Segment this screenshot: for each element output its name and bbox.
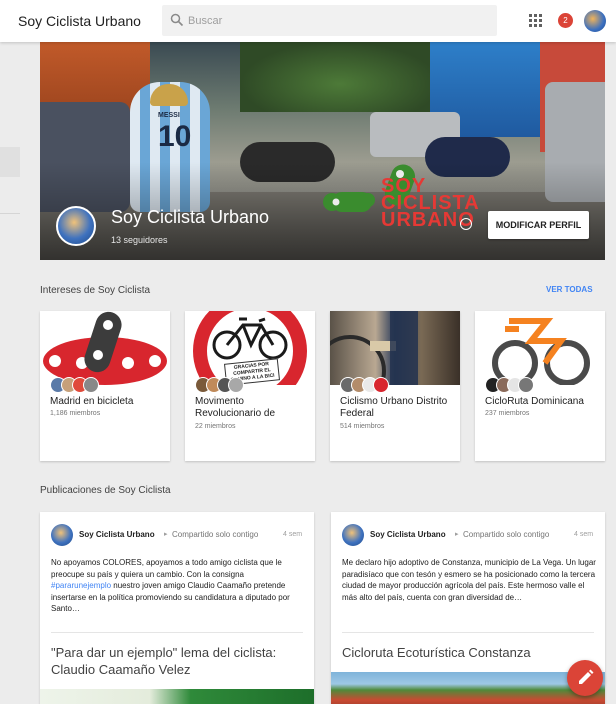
post-card[interactable]: Soy Ciclista Urbano ▸ Compartido solo co… — [331, 512, 605, 704]
post-link-image[interactable] — [40, 689, 314, 704]
cover-jersey-number: 10 — [158, 120, 192, 153]
interest-card[interactable]: CicloRuta Dominicana 237 miembros — [475, 311, 605, 461]
interest-card-name: Ciclismo Urbano Distrito Federal — [340, 396, 448, 419]
bike-chain-icon — [43, 311, 167, 385]
chevron-right-icon: ▸ — [455, 531, 459, 538]
interests-title: Intereses de Soy Ciclista — [40, 285, 151, 296]
post-visibility[interactable]: Compartido solo contigo — [463, 530, 549, 539]
interest-card[interactable]: GRACIAS POR COMPARTIR EL CAMINO A LA BIC… — [185, 311, 315, 461]
notifications-badge[interactable]: 2 — [558, 13, 573, 28]
left-rail-divider — [0, 213, 20, 214]
interest-card-name: Movimento Revolucionario de — [195, 396, 276, 419]
post-divider — [342, 632, 594, 633]
interest-card-name: Madrid en bicicleta — [50, 396, 134, 407]
post-author[interactable]: Soy Ciclista Urbano — [79, 530, 155, 539]
interest-card[interactable]: Madrid en bicicleta 1,186 miembros — [40, 311, 170, 461]
cover-trees — [240, 42, 440, 112]
post-author[interactable]: Soy Ciclista Urbano — [370, 530, 446, 539]
post-timestamp[interactable]: 4 sem — [574, 531, 593, 538]
posts-title: Publicaciones de Soy Ciclista — [40, 485, 171, 496]
interest-card-image: GRACIAS POR COMPARTIR EL CAMINO A LA BIC… — [185, 311, 315, 385]
post-link-image[interactable] — [331, 672, 605, 704]
post-divider — [51, 632, 303, 633]
interest-card-count: 514 miembros — [340, 423, 385, 430]
interest-card-image — [475, 311, 605, 385]
post-hashtag[interactable]: #pararunejemplo — [51, 581, 111, 590]
interest-card-name: CicloRuta Dominicana — [485, 396, 584, 407]
compose-button[interactable] — [567, 660, 603, 696]
app-title[interactable]: Soy Ciclista Urbano — [18, 13, 141, 29]
post-author-avatar[interactable] — [51, 524, 73, 546]
interest-card[interactable]: Ciclismo Urbano Distrito Federal 514 mie… — [330, 311, 460, 461]
profile-followers[interactable]: 13 seguidores — [111, 235, 168, 245]
post-body: Me declaro hijo adoptivo de Constanza, m… — [342, 558, 596, 602]
post-timestamp[interactable]: 4 sem — [283, 531, 302, 538]
cover-jersey-name: MESSI — [158, 112, 180, 119]
apps-grid-icon[interactable] — [529, 14, 542, 27]
profile-name: Soy Ciclista Urbano — [111, 207, 270, 227]
interest-card-count: 1,186 miembros — [50, 410, 101, 417]
search-input[interactable] — [188, 5, 488, 36]
post-link-title[interactable]: Cicloruta Ecoturística Constanza — [342, 644, 594, 661]
post-card[interactable]: Soy Ciclista Urbano ▸ Compartido solo co… — [40, 512, 314, 704]
search-icon[interactable] — [170, 13, 184, 27]
edit-profile-button[interactable]: MODIFICAR PERFIL — [488, 211, 589, 239]
left-rail-selected-item[interactable] — [0, 147, 20, 177]
cicloruta-logo-icon — [492, 318, 590, 385]
user-avatar[interactable] — [584, 10, 606, 32]
see-all-link[interactable]: VER TODAS — [546, 285, 593, 294]
profile-avatar[interactable] — [56, 206, 96, 246]
interest-card-count: 237 miembros — [485, 410, 530, 417]
pencil-icon — [579, 669, 594, 684]
top-bar: Soy Ciclista Urbano 2 — [0, 0, 616, 42]
cover-info-icon[interactable] — [460, 218, 472, 230]
search-box[interactable] — [162, 5, 497, 36]
post-visibility[interactable]: Compartido solo contigo — [172, 530, 258, 539]
interest-card-image — [330, 311, 460, 385]
post-author-avatar[interactable] — [342, 524, 364, 546]
chevron-right-icon: ▸ — [164, 531, 168, 538]
interest-card-count: 22 miembros — [195, 423, 236, 430]
bike-detail-photo — [330, 311, 418, 385]
post-link-title[interactable]: "Para dar un ejemplo" lema del ciclista:… — [51, 644, 303, 678]
post-body-text: No apoyamos COLORES, apoyamos a todo ami… — [51, 558, 282, 579]
interest-card-image — [40, 311, 170, 385]
post-body: No apoyamos COLORES, apoyamos a todo ami… — [51, 557, 306, 615]
